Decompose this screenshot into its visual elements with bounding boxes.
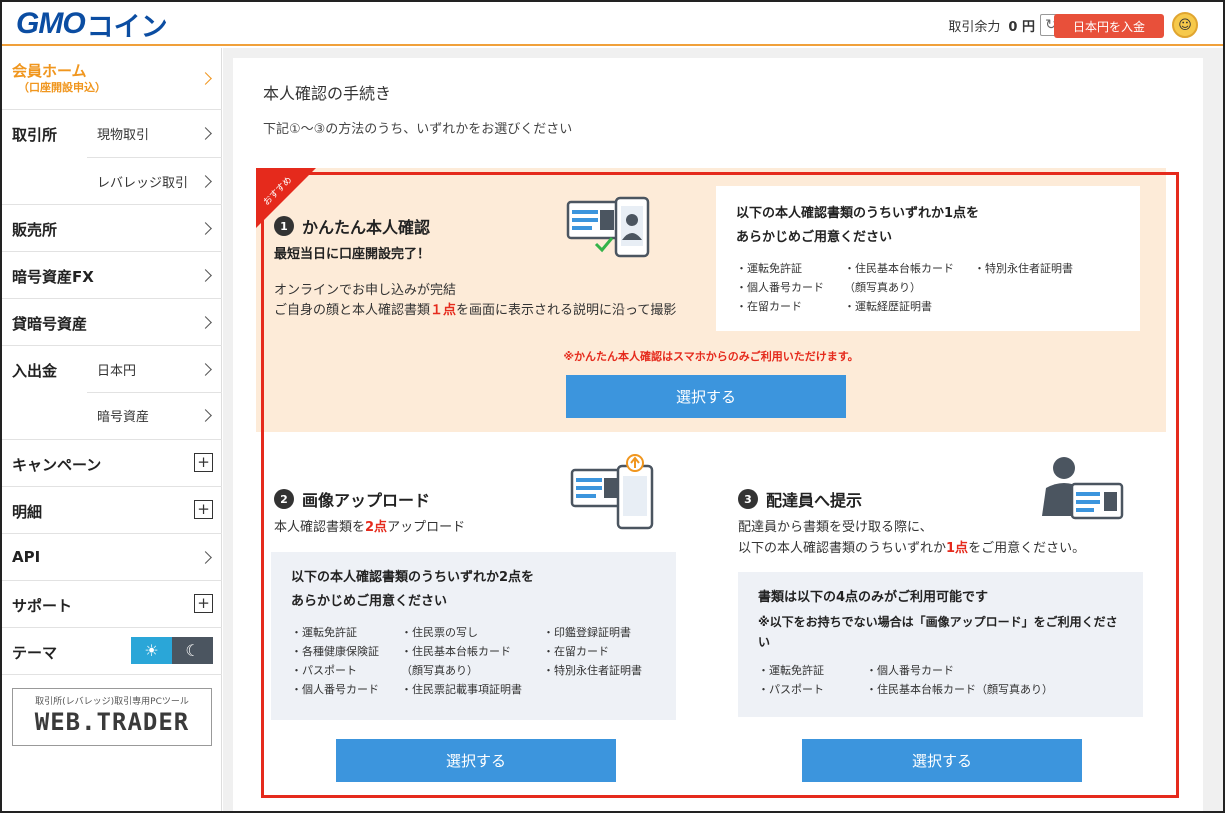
logo-gmo-text: GMO bbox=[16, 7, 86, 40]
chevron-right-icon bbox=[199, 269, 212, 282]
sidebar-crypto-label: 暗号資産 bbox=[97, 410, 150, 425]
divider bbox=[87, 157, 222, 158]
screen-frame: GMO コイン 取引余力 0 円 ↻ 日本円を入金 ☺ 会員ホーム （口座開設申… bbox=[0, 0, 1225, 813]
avatar[interactable]: ☺ bbox=[1172, 12, 1198, 38]
sidebar-support-label: サポート bbox=[12, 597, 73, 615]
sidebar-exchange-label: 取引所 bbox=[12, 126, 58, 144]
theme-toggle[interactable]: ☀ ☾ bbox=[131, 637, 213, 664]
sidebar-spot-label: 現物取引 bbox=[97, 128, 150, 143]
sidebar-item-dealer[interactable]: 販売所 bbox=[2, 205, 222, 252]
trading-balance: 取引余力 0 円 bbox=[948, 16, 1035, 35]
sidebar-item-campaign[interactable]: キャンペーン + bbox=[2, 440, 222, 487]
sidebar-dealer-label: 販売所 bbox=[12, 221, 58, 239]
sidebar-theme-label: テーマ bbox=[12, 644, 58, 662]
sidebar-home-label: 会員ホーム bbox=[12, 62, 87, 80]
chevron-right-icon bbox=[199, 127, 212, 140]
webtrader-logo: WEB.TRADER bbox=[34, 708, 190, 736]
sidebar-item-lending[interactable]: 貸暗号資産 bbox=[2, 299, 222, 346]
chevron-right-icon bbox=[199, 363, 212, 376]
webtrader-caption: 取引所(レバレッジ)取引専用PCツール bbox=[35, 697, 189, 707]
chevron-right-icon bbox=[199, 72, 212, 85]
main-content: 本人確認の手続き 下記①～③の方法のうち、いずれかをお選びください おすすめ 1… bbox=[223, 48, 1223, 811]
chevron-right-icon bbox=[199, 409, 212, 422]
highlight-frame bbox=[261, 172, 1179, 798]
sidebar-item-theme: テーマ ☀ ☾ bbox=[2, 628, 222, 675]
sidebar-item-api[interactable]: API bbox=[2, 534, 222, 581]
logo-coin-text: コイン bbox=[86, 11, 168, 43]
chevron-right-icon bbox=[199, 316, 212, 329]
sidebar-item-detail[interactable]: 明細 + bbox=[2, 487, 222, 534]
moon-icon[interactable]: ☾ bbox=[172, 637, 213, 664]
sidebar-item-member-home[interactable]: 会員ホーム （口座開設申込） bbox=[2, 48, 222, 110]
balance-label: 取引余力 bbox=[948, 20, 1001, 35]
page-description: 下記①～③の方法のうち、いずれかをお選びください bbox=[263, 122, 573, 137]
sidebar-api-label: API bbox=[12, 548, 41, 566]
plus-icon: + bbox=[194, 594, 213, 613]
deposit-jpy-button[interactable]: 日本円を入金 bbox=[1054, 14, 1164, 38]
sidebar-lending-label: 貸暗号資産 bbox=[12, 315, 88, 333]
sidebar-campaign-label: キャンペーン bbox=[12, 456, 102, 474]
webtrader-banner[interactable]: 取引所(レバレッジ)取引専用PCツール WEB.TRADER bbox=[12, 688, 212, 746]
chevron-right-icon bbox=[199, 551, 212, 564]
sidebar-inout-label: 入出金 bbox=[12, 362, 58, 380]
balance-value: 0 円 bbox=[1008, 20, 1035, 35]
gmo-coin-logo[interactable]: GMO コイン bbox=[16, 7, 168, 43]
top-header: GMO コイン 取引余力 0 円 ↻ 日本円を入金 ☺ bbox=[2, 2, 1223, 46]
sidebar-item-support[interactable]: サポート + bbox=[2, 581, 222, 628]
page-title: 本人確認の手続き bbox=[263, 84, 392, 103]
divider bbox=[87, 392, 222, 393]
sidebar-home-sub: （口座開設申込） bbox=[18, 81, 106, 94]
sun-icon[interactable]: ☀ bbox=[131, 637, 172, 664]
sidebar-fx-label: 暗号資産FX bbox=[12, 268, 94, 286]
sidebar: 会員ホーム （口座開設申込） 取引所 現物取引 レバレッジ取引 販売所 暗号資産… bbox=[2, 48, 222, 811]
sidebar-leverage-label: レバレッジ取引 bbox=[97, 176, 189, 191]
plus-icon: + bbox=[194, 453, 213, 472]
sidebar-group-exchange: 取引所 現物取引 レバレッジ取引 bbox=[2, 110, 222, 205]
chevron-right-icon bbox=[199, 222, 212, 235]
sidebar-detail-label: 明細 bbox=[12, 503, 43, 521]
plus-icon: + bbox=[194, 500, 213, 519]
chevron-right-icon bbox=[199, 175, 212, 188]
sidebar-jpy-label: 日本円 bbox=[97, 364, 137, 379]
sidebar-group-inout: 入出金 日本円 暗号資産 bbox=[2, 346, 222, 440]
sidebar-item-crypto-fx[interactable]: 暗号資産FX bbox=[2, 252, 222, 299]
